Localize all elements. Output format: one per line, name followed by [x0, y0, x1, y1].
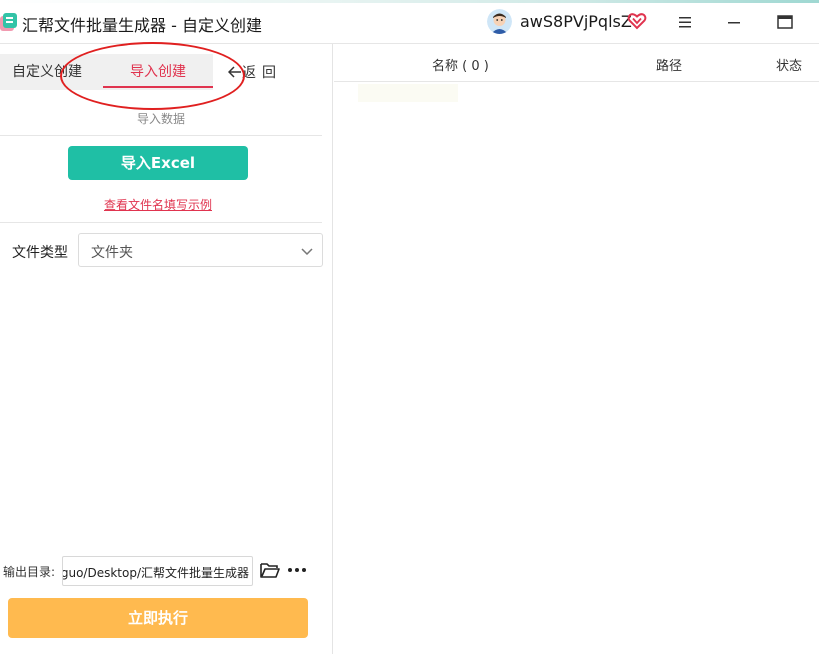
column-header-name[interactable]: 名称 ( 0 ): [432, 55, 489, 74]
app-logo-icon: [0, 13, 17, 31]
import-excel-button[interactable]: 导入Excel: [68, 146, 248, 180]
divider: [0, 135, 322, 136]
back-arrow-icon: [227, 66, 241, 78]
title-bar-accent-line: [0, 0, 819, 3]
table-row-placeholder: [358, 84, 458, 102]
minimize-icon[interactable]: [724, 12, 744, 32]
user-avatar[interactable]: [487, 9, 512, 34]
back-button[interactable]: 返回: [227, 62, 282, 82]
output-dir-label: 输出目录:: [3, 565, 56, 579]
back-button-label: 返回: [242, 65, 282, 81]
maximize-icon[interactable]: [775, 12, 795, 32]
title-bar: 汇帮文件批量生成器 - 自定义创建 awS8PVjPqlsZ: [0, 0, 819, 44]
username[interactable]: awS8PVjPqlsZ: [520, 12, 632, 31]
output-dir-path: guo/Desktop/汇帮文件批量生成器: [62, 566, 249, 580]
column-header-path[interactable]: 路径: [656, 55, 682, 74]
chevron-down-icon: [301, 248, 313, 256]
menu-icon[interactable]: [675, 12, 695, 32]
output-dir-input[interactable]: guo/Desktop/汇帮文件批量生成器: [62, 556, 253, 586]
column-header-status[interactable]: 状态: [776, 55, 802, 74]
folder-open-icon[interactable]: [260, 561, 280, 579]
filename-example-link[interactable]: 查看文件名填写示例: [0, 196, 316, 213]
file-type-select[interactable]: 文件夹: [78, 233, 323, 267]
active-tab-indicator: [103, 86, 213, 88]
table-header: 名称 ( 0 ) 路径 状态: [334, 44, 819, 82]
window-title: 汇帮文件批量生成器 - 自定义创建: [22, 16, 262, 35]
tab-import-create[interactable]: 导入创建: [103, 54, 213, 90]
execute-now-button[interactable]: 立即执行: [8, 598, 308, 638]
file-list-panel: 名称 ( 0 ) 路径 状态: [334, 44, 819, 654]
vip-heart-icon[interactable]: [627, 11, 647, 31]
divider: [0, 222, 322, 223]
tab-custom-create[interactable]: 自定义创建: [0, 54, 103, 90]
import-data-label: 导入数据: [136, 112, 185, 126]
file-type-label: 文件类型: [12, 245, 68, 261]
left-panel: 自定义创建 导入创建 返回 导入数据 导入Excel 查看文件名填写示例 文件类…: [0, 42, 333, 654]
more-options-icon[interactable]: [287, 562, 307, 578]
file-type-selected-value: 文件夹: [91, 245, 133, 261]
